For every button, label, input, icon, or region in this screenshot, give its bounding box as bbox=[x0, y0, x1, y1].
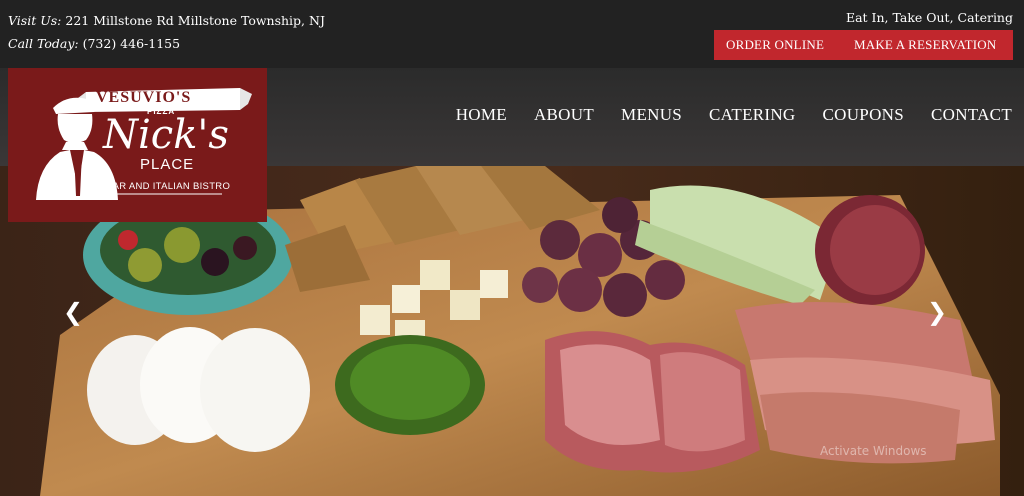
main-nav: HOME ABOUT MENUS CATERING COUPONS CONTAC… bbox=[429, 105, 1012, 125]
chevron-left-icon[interactable]: ❮ bbox=[62, 300, 84, 324]
address-line: Visit Us: 221 Millstone Rd Millstone Tow… bbox=[8, 13, 325, 29]
nav-item-contact[interactable]: CONTACT bbox=[931, 105, 1012, 125]
nav-item-about[interactable]: ABOUT bbox=[534, 105, 594, 125]
chevron-right-icon[interactable]: ❯ bbox=[926, 300, 948, 324]
logo-subtitle-text: BAR AND ITALIAN BISTRO bbox=[106, 181, 231, 192]
cta-button-group: ORDER ONLINE MAKE A RESERVATION bbox=[714, 30, 1013, 60]
logo-place-text: PLACE bbox=[140, 156, 195, 173]
phone-label: Call Today: bbox=[8, 36, 79, 51]
phone-number-link[interactable]: (732) 446-1155 bbox=[83, 36, 180, 51]
logo-name-text: Nick's bbox=[103, 112, 229, 158]
nav-item-catering[interactable]: CATERING bbox=[709, 105, 795, 125]
make-reservation-button[interactable]: MAKE A RESERVATION bbox=[854, 37, 996, 53]
address-text: 221 Millstone Rd Millstone Township, NJ bbox=[65, 13, 325, 28]
site-logo[interactable]: VESUVIO'S PIZZA Nick's PLACE BAR AND ITA… bbox=[8, 68, 267, 222]
nav-item-menus[interactable]: MENUS bbox=[621, 105, 682, 125]
address-label: Visit Us: bbox=[8, 13, 62, 28]
service-tagline: Eat In, Take Out, Catering bbox=[845, 10, 1013, 25]
activate-windows-watermark: Activate Windows bbox=[820, 444, 927, 458]
logo-banner-text: VESUVIO'S bbox=[96, 89, 192, 106]
top-info-bar: Visit Us: 221 Millstone Rd Millstone Tow… bbox=[0, 0, 1024, 68]
nav-item-home[interactable]: HOME bbox=[456, 105, 507, 125]
phone-line: Call Today: (732) 446-1155 bbox=[8, 36, 180, 52]
nav-item-coupons[interactable]: COUPONS bbox=[823, 105, 904, 125]
order-online-button[interactable]: ORDER ONLINE bbox=[726, 37, 824, 53]
